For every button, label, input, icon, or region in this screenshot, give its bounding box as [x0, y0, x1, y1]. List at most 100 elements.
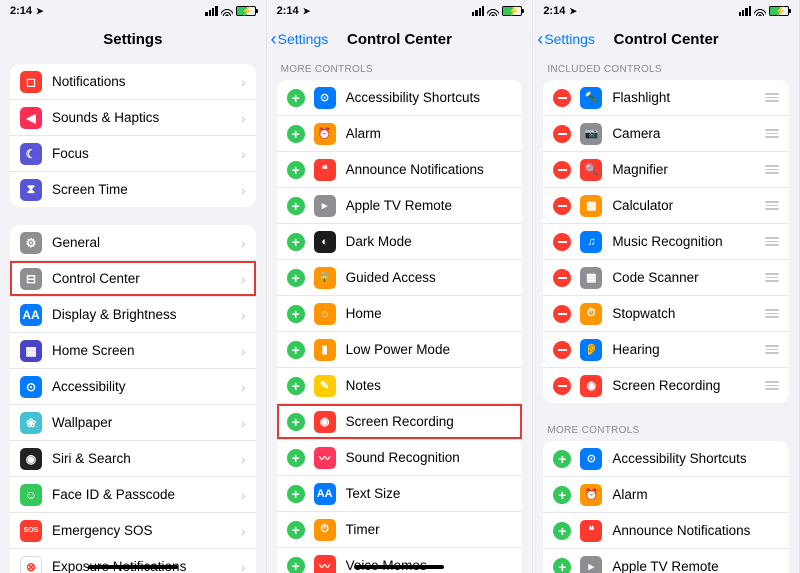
home-indicator[interactable]: [354, 565, 444, 569]
control-row[interactable]: +❝Announce Notifications: [543, 513, 789, 549]
row-icon: ◻: [20, 71, 42, 93]
settings-row[interactable]: ⊗Exposure Notifications›: [10, 549, 256, 573]
remove-button[interactable]: [553, 161, 571, 179]
add-button[interactable]: +: [287, 269, 305, 287]
settings-row[interactable]: ◀Sounds & Haptics›: [10, 100, 256, 136]
add-button[interactable]: +: [553, 450, 571, 468]
row-label: Notes: [346, 378, 513, 393]
drag-handle-icon[interactable]: [765, 165, 779, 174]
home-indicator[interactable]: [88, 565, 178, 569]
row-label: Timer: [346, 522, 513, 537]
remove-button[interactable]: [553, 269, 571, 287]
row-label: Screen Recording: [346, 414, 513, 429]
settings-row[interactable]: ❀Wallpaper›: [10, 405, 256, 441]
settings-row[interactable]: ⚙General›: [10, 225, 256, 261]
chevron-right-icon: ›: [241, 379, 246, 395]
control-row[interactable]: +⏰Alarm: [277, 116, 523, 152]
row-label: Siri & Search: [52, 451, 241, 466]
add-button[interactable]: +: [287, 125, 305, 143]
control-center-scroll[interactable]: MORE CONTROLS +⊙Accessibility Shortcuts+…: [267, 58, 533, 573]
control-row[interactable]: ▦Code Scanner: [543, 260, 789, 296]
remove-button[interactable]: [553, 125, 571, 143]
control-row[interactable]: 📷Camera: [543, 116, 789, 152]
control-row[interactable]: +▸Apple TV Remote: [543, 549, 789, 573]
control-row[interactable]: +🔒Guided Access: [277, 260, 523, 296]
remove-button[interactable]: [553, 89, 571, 107]
control-row[interactable]: 🔍Magnifier: [543, 152, 789, 188]
remove-button[interactable]: [553, 197, 571, 215]
control-row[interactable]: +✎Notes: [277, 368, 523, 404]
status-time: 2:14: [277, 5, 299, 17]
settings-row[interactable]: ☾Focus›: [10, 136, 256, 172]
add-button[interactable]: +: [287, 341, 305, 359]
settings-row[interactable]: ◻Notifications›: [10, 64, 256, 100]
back-button[interactable]: ‹ Settings: [537, 30, 595, 48]
remove-button[interactable]: [553, 305, 571, 323]
add-button[interactable]: +: [287, 557, 305, 573]
drag-handle-icon[interactable]: [765, 381, 779, 390]
add-button[interactable]: +: [287, 485, 305, 503]
status-bar: 2:14 ➤ ⚡: [533, 0, 799, 20]
control-row[interactable]: +〰Voice Memos: [277, 548, 523, 573]
control-row[interactable]: 👂Hearing: [543, 332, 789, 368]
add-button[interactable]: +: [287, 89, 305, 107]
drag-handle-icon[interactable]: [765, 93, 779, 102]
drag-handle-icon[interactable]: [765, 237, 779, 246]
settings-row[interactable]: ⧗Screen Time›: [10, 172, 256, 207]
control-row[interactable]: +〰Sound Recognition: [277, 440, 523, 476]
control-row[interactable]: +◉Screen Recording: [277, 404, 523, 440]
control-row[interactable]: +⏰Alarm: [543, 477, 789, 513]
control-row[interactable]: +▮Low Power Mode: [277, 332, 523, 368]
add-button[interactable]: +: [553, 558, 571, 573]
drag-handle-icon[interactable]: [765, 273, 779, 282]
control-row[interactable]: + ◐ Dark Mode: [277, 224, 523, 260]
control-row[interactable]: +❝Announce Notifications: [277, 152, 523, 188]
row-label: Text Size: [346, 486, 513, 501]
control-row[interactable]: 🔦Flashlight: [543, 80, 789, 116]
remove-button[interactable]: [553, 377, 571, 395]
drag-handle-icon[interactable]: [765, 201, 779, 210]
row-label: Dark Mode: [346, 234, 513, 249]
remove-button[interactable]: [553, 233, 571, 251]
row-label: Face ID & Passcode: [52, 487, 241, 502]
control-center-scroll[interactable]: INCLUDED CONTROLS 🔦Flashlight📷Camera🔍Mag…: [533, 58, 799, 573]
add-button[interactable]: +: [287, 197, 305, 215]
back-button[interactable]: ‹ Settings: [271, 30, 329, 48]
row-icon: SOS: [20, 520, 42, 542]
add-button[interactable]: +: [287, 233, 305, 251]
drag-handle-icon[interactable]: [765, 345, 779, 354]
settings-row[interactable]: ☺Face ID & Passcode›: [10, 477, 256, 513]
control-row[interactable]: +⌂Home: [277, 296, 523, 332]
control-row[interactable]: ◉Screen Recording: [543, 368, 789, 403]
row-icon: ◐: [314, 231, 336, 253]
add-button[interactable]: +: [287, 305, 305, 323]
control-row[interactable]: +▸Apple TV Remote: [277, 188, 523, 224]
row-icon: ◉: [20, 448, 42, 470]
drag-handle-icon[interactable]: [765, 129, 779, 138]
chevron-right-icon: ›: [241, 182, 246, 198]
add-button[interactable]: +: [287, 413, 305, 431]
add-button[interactable]: +: [287, 449, 305, 467]
control-row[interactable]: ▦Calculator: [543, 188, 789, 224]
add-button[interactable]: +: [287, 161, 305, 179]
add-button[interactable]: +: [553, 522, 571, 540]
drag-handle-icon[interactable]: [765, 309, 779, 318]
control-row[interactable]: +⊙Accessibility Shortcuts: [277, 80, 523, 116]
settings-row[interactable]: AADisplay & Brightness›: [10, 297, 256, 333]
settings-row[interactable]: ⊟Control Center›: [10, 261, 256, 297]
row-icon: 🔒: [314, 267, 336, 289]
remove-button[interactable]: [553, 341, 571, 359]
settings-scroll[interactable]: ◻Notifications›◀Sounds & Haptics›☾Focus›…: [0, 58, 266, 573]
add-button[interactable]: +: [287, 521, 305, 539]
control-row[interactable]: +⊙Accessibility Shortcuts: [543, 441, 789, 477]
add-button[interactable]: +: [553, 486, 571, 504]
control-row[interactable]: ♫Music Recognition: [543, 224, 789, 260]
settings-row[interactable]: ⊙Accessibility›: [10, 369, 256, 405]
add-button[interactable]: +: [287, 377, 305, 395]
settings-row[interactable]: SOSEmergency SOS›: [10, 513, 256, 549]
settings-row[interactable]: ◉Siri & Search›: [10, 441, 256, 477]
control-row[interactable]: ⏱Stopwatch: [543, 296, 789, 332]
settings-row[interactable]: ▦Home Screen›: [10, 333, 256, 369]
control-row[interactable]: +AAText Size: [277, 476, 523, 512]
control-row[interactable]: +⏱Timer: [277, 512, 523, 548]
